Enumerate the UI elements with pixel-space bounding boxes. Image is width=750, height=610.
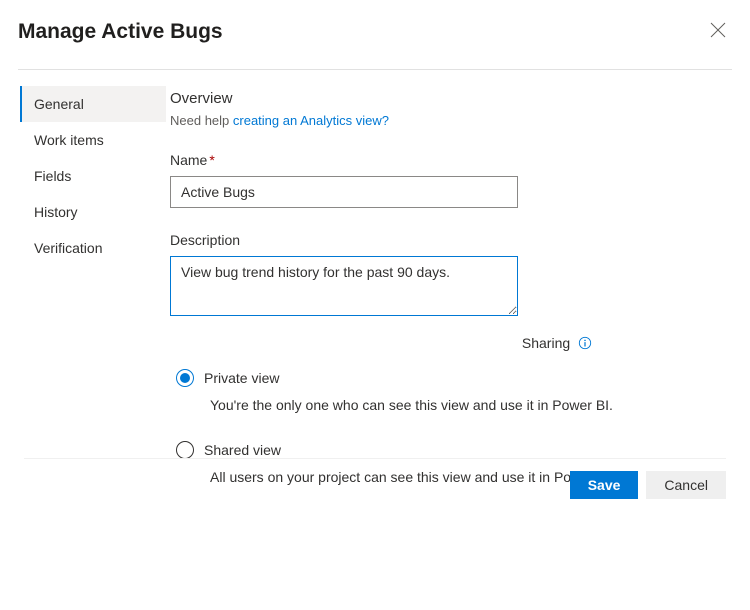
sidebar-item-label: History [34, 204, 78, 220]
overview-heading: Overview [170, 90, 732, 107]
sidebar-item-history[interactable]: History [20, 194, 166, 230]
required-indicator: * [209, 152, 214, 168]
help-link[interactable]: creating an Analytics view? [233, 113, 389, 128]
radio-indicator [176, 441, 194, 459]
name-label: Name* [170, 152, 732, 168]
radio-private-view[interactable]: Private view [176, 369, 732, 387]
sidebar-item-fields[interactable]: Fields [20, 158, 166, 194]
sidebar-item-label: Work items [34, 132, 104, 148]
cancel-button[interactable]: Cancel [646, 471, 726, 499]
close-button[interactable] [706, 18, 730, 45]
sharing-label: Sharing [522, 335, 592, 351]
sidebar-item-general[interactable]: General [20, 86, 166, 122]
radio-label: Shared view [204, 442, 281, 458]
save-button[interactable]: Save [570, 471, 639, 499]
radio-dot-icon [180, 373, 190, 383]
dialog: Manage Active Bugs General Work items Fi… [0, 0, 750, 513]
description-input[interactable]: View bug trend history for the past 90 d… [170, 256, 518, 316]
name-input[interactable] [170, 176, 518, 208]
radio-indicator [176, 369, 194, 387]
close-icon [710, 22, 726, 38]
description-label: Description [170, 232, 732, 248]
sidebar-item-label: Fields [34, 168, 71, 184]
radio-label: Private view [204, 370, 279, 386]
info-icon[interactable] [578, 336, 592, 350]
sidebar-item-work-items[interactable]: Work items [20, 122, 166, 158]
sidebar-item-label: General [34, 96, 84, 112]
radio-private-desc: You're the only one who can see this vie… [210, 397, 732, 413]
sidebar-item-label: Verification [34, 240, 102, 256]
sidebar-item-verification[interactable]: Verification [20, 230, 166, 266]
button-bar: Save Cancel [24, 458, 726, 499]
radio-shared-view[interactable]: Shared view [176, 441, 732, 459]
content-pane: Overview Need help creating an Analytics… [166, 86, 732, 513]
help-line: Need help creating an Analytics view? [170, 113, 732, 128]
sidebar: General Work items Fields History Verifi… [18, 86, 166, 513]
help-prefix: Need help [170, 113, 233, 128]
dialog-body: General Work items Fields History Verifi… [18, 86, 732, 513]
dialog-header: Manage Active Bugs [18, 20, 732, 70]
dialog-title: Manage Active Bugs [18, 20, 223, 44]
